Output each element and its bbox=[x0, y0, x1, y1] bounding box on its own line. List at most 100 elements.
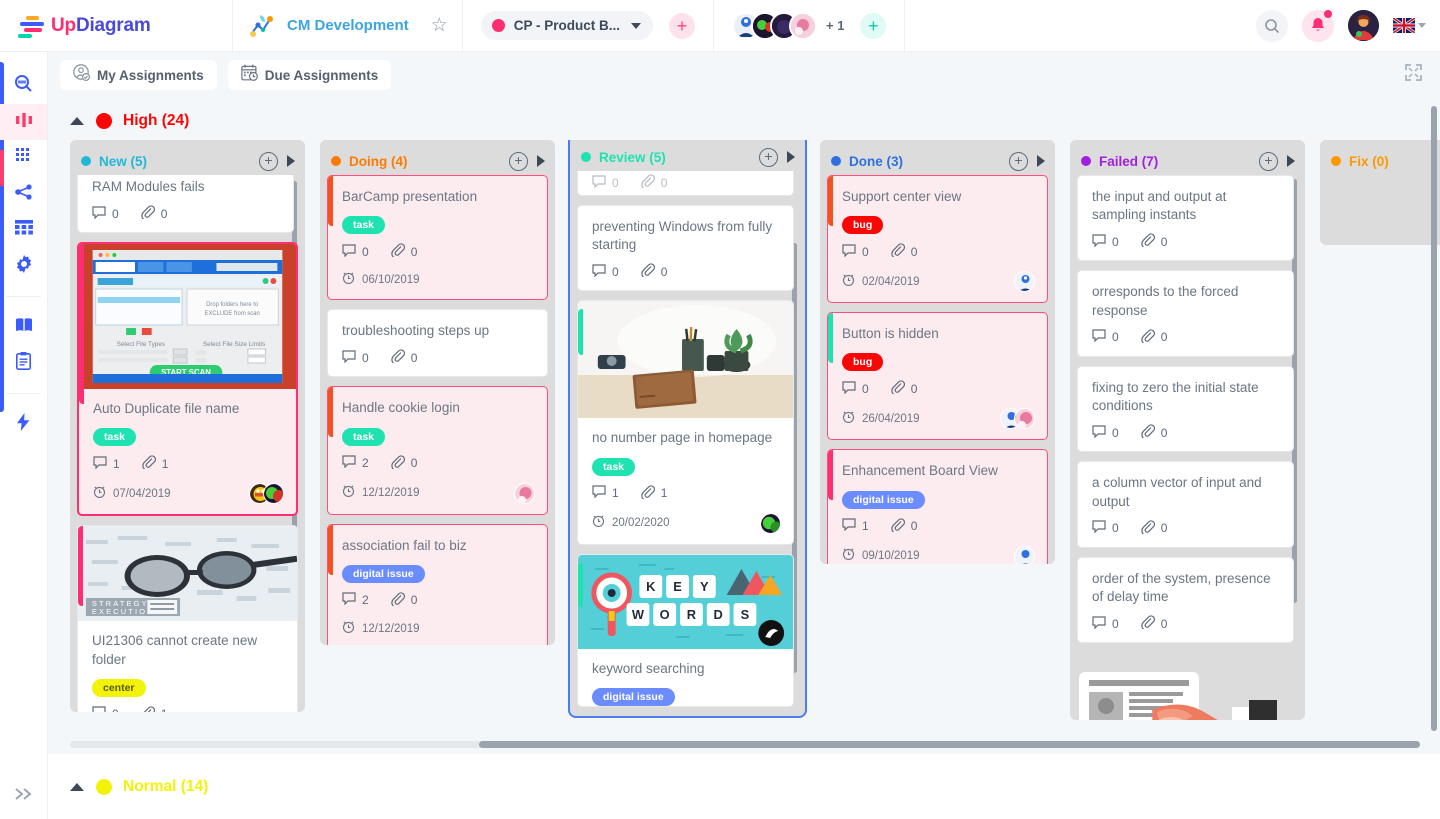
column-cards[interactable] bbox=[1327, 175, 1440, 245]
add-card-button[interactable]: + bbox=[1009, 152, 1028, 171]
add-card-button[interactable]: + bbox=[1259, 152, 1278, 171]
add-card-button[interactable]: + bbox=[759, 148, 778, 167]
column-color-dot bbox=[581, 152, 591, 162]
card[interactable]: preventing Windows from fully starting 0… bbox=[577, 205, 794, 291]
column-header: Failed (7) + bbox=[1077, 147, 1298, 175]
card[interactable]: BarCamp presentation task 0 0 06/10/2019 bbox=[327, 175, 548, 300]
card-due-date: 06/10/2019 bbox=[362, 274, 420, 286]
card-due-date: 12/12/2019 bbox=[362, 623, 420, 635]
sidebar-item-automation[interactable] bbox=[0, 406, 47, 442]
avatar[interactable] bbox=[1348, 10, 1379, 41]
sidebar-item-reports[interactable] bbox=[0, 345, 47, 381]
card-tag: digital issue bbox=[592, 688, 675, 706]
column-expand-arrow-icon[interactable] bbox=[537, 155, 545, 167]
card[interactable]: troubleshooting steps up 0 0 bbox=[327, 309, 548, 377]
avatar[interactable] bbox=[263, 483, 284, 504]
add-card-button[interactable]: + bbox=[259, 152, 278, 171]
language-selector[interactable] bbox=[1393, 18, 1426, 33]
group-label: High (24) bbox=[123, 112, 189, 130]
notifications-button[interactable] bbox=[1302, 10, 1334, 42]
attachment-icon bbox=[141, 205, 155, 222]
board-dropdown[interactable]: CP - Product B... bbox=[481, 11, 653, 40]
avatar[interactable] bbox=[760, 513, 781, 534]
card[interactable]: a column vector of input and output 0 0 bbox=[1077, 461, 1294, 547]
card[interactable]: KEY WORDS keyword searchi bbox=[577, 554, 794, 707]
avatar[interactable] bbox=[789, 12, 817, 40]
card-assignees[interactable] bbox=[249, 483, 284, 504]
sidebar-item-network[interactable] bbox=[0, 176, 47, 212]
card-color-bar bbox=[578, 563, 583, 607]
column-cards[interactable]: BarCamp presentation task 0 0 06/10/2019 bbox=[327, 175, 548, 645]
avatar[interactable] bbox=[1014, 408, 1035, 429]
card[interactable]: no number page in homepage task 1 1 bbox=[577, 300, 794, 544]
card[interactable]: Button is hidden bug 0 0 26/04/2019 bbox=[827, 312, 1048, 440]
project-selector[interactable]: CM Development ☆ bbox=[233, 0, 462, 52]
card[interactable]: Support center view bug 0 0 02/04/2019 bbox=[827, 175, 1048, 303]
star-icon[interactable]: ☆ bbox=[431, 16, 448, 35]
card-assignees[interactable] bbox=[514, 483, 535, 504]
card-assignees[interactable] bbox=[1000, 408, 1035, 429]
card[interactable]: 0 0 bbox=[577, 171, 794, 196]
add-board-button[interactable]: + bbox=[669, 13, 695, 39]
collapse-triangle-icon[interactable] bbox=[70, 783, 84, 791]
card[interactable]: RAM Modules fails 0 0 bbox=[77, 175, 294, 233]
column-expand-arrow-icon[interactable] bbox=[1037, 155, 1045, 167]
card[interactable]: Drop folders here to EXCLUDE from scan S… bbox=[77, 242, 298, 516]
search-icon[interactable] bbox=[1256, 10, 1288, 42]
avatar[interactable] bbox=[514, 483, 535, 504]
sidebar-item-search[interactable] bbox=[0, 68, 47, 104]
sidebar-item-dashboard[interactable] bbox=[0, 140, 47, 176]
comment-count: 0 bbox=[362, 245, 369, 259]
column-expand-arrow-icon[interactable] bbox=[787, 151, 795, 163]
sidebar-item-kanban[interactable] bbox=[0, 104, 47, 140]
column-cards[interactable]: RAM Modules fails 0 0 bbox=[77, 175, 298, 712]
column-title: Fix (0) bbox=[1349, 154, 1389, 169]
comment-count: 0 bbox=[1112, 330, 1119, 344]
column-cards[interactable]: the input and output at sampling instant… bbox=[1077, 175, 1298, 720]
fullscreen-icon[interactable] bbox=[1405, 64, 1422, 86]
comment-count: 0 bbox=[112, 207, 119, 221]
column-expand-arrow-icon[interactable] bbox=[287, 155, 295, 167]
card[interactable]: Enhancement Board View digital issue 1 0… bbox=[827, 449, 1048, 564]
card-assignees[interactable] bbox=[1014, 546, 1035, 564]
card-assignees[interactable] bbox=[1014, 271, 1035, 292]
card[interactable]: STRATEGY EXECUTION UI21306 cannot create… bbox=[77, 525, 298, 712]
svg-text:Y: Y bbox=[700, 579, 709, 594]
card[interactable]: fixing to zero the initial state conditi… bbox=[1077, 366, 1294, 452]
sidebar-item-settings[interactable] bbox=[0, 248, 47, 284]
board-vertical-scrollbar[interactable] bbox=[1431, 106, 1437, 731]
card[interactable]: orresponds to the forced response 0 0 bbox=[1077, 270, 1294, 356]
add-card-button[interactable]: + bbox=[509, 152, 528, 171]
updiagram-logo-icon bbox=[18, 15, 46, 37]
collapse-sidebar-button[interactable] bbox=[0, 787, 48, 801]
avatar[interactable] bbox=[1014, 546, 1035, 564]
avatar[interactable] bbox=[1014, 271, 1035, 292]
card[interactable]: association fail to biz digital issue 2 … bbox=[327, 524, 548, 645]
attachment-count: 1 bbox=[661, 486, 668, 500]
sidebar-item-book[interactable] bbox=[0, 309, 47, 345]
card[interactable]: Handle cookie login task 2 0 12/12/2019 bbox=[327, 386, 548, 514]
comment-icon bbox=[592, 264, 606, 280]
card[interactable] bbox=[1077, 652, 1294, 720]
card[interactable]: the input and output at sampling instant… bbox=[1077, 175, 1294, 261]
attachment-count: 0 bbox=[661, 265, 668, 279]
sidebar-item-table[interactable] bbox=[0, 212, 47, 248]
column-cards[interactable]: 0 0 preventing Windows from fully starti… bbox=[577, 171, 798, 716]
due-assignments-button[interactable]: Due Assignments bbox=[228, 60, 392, 90]
columns-scroll-container[interactable]: New (5) + RAM Modules fails 0 bbox=[48, 140, 1440, 735]
board-horizontal-scrollbar[interactable] bbox=[70, 741, 1420, 748]
app-logo[interactable]: UpDiagram bbox=[0, 0, 232, 52]
group-header-normal[interactable]: Normal (14) bbox=[48, 754, 1440, 819]
board-color-dot bbox=[492, 19, 505, 32]
card[interactable]: order of the system, presence of delay t… bbox=[1077, 557, 1294, 643]
add-member-button[interactable]: + bbox=[860, 13, 886, 39]
attachment-icon bbox=[142, 455, 156, 472]
card-tag: bug bbox=[842, 353, 883, 371]
column-cards[interactable]: Support center view bug 0 0 02/04/2019 bbox=[827, 175, 1048, 564]
my-assignments-button[interactable]: My Assignments bbox=[60, 60, 217, 90]
collapse-triangle-icon[interactable] bbox=[70, 117, 84, 125]
member-avatars[interactable] bbox=[732, 12, 817, 40]
card-assignees[interactable] bbox=[760, 513, 781, 534]
group-header-high[interactable]: High (24) bbox=[48, 98, 1440, 140]
column-expand-arrow-icon[interactable] bbox=[1287, 155, 1295, 167]
